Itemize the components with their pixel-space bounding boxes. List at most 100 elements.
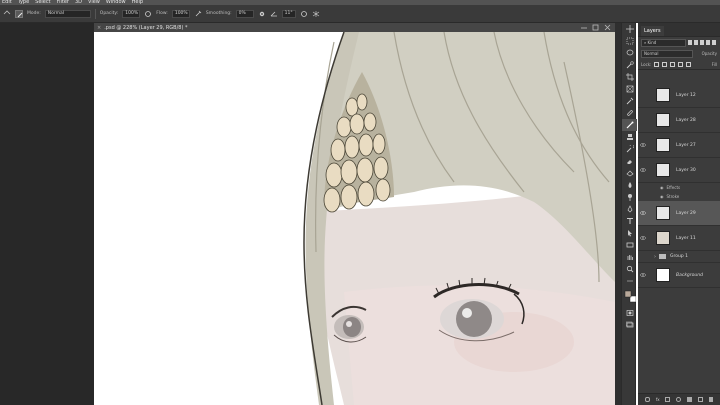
layer-thumbnail (656, 113, 670, 127)
gradient-tool-icon[interactable] (622, 167, 637, 179)
more-tools-icon[interactable] (622, 275, 637, 287)
layers-panel: Layers ⌕ Kind Normal Opacity Lock: Fill … (638, 23, 720, 405)
fx-icon[interactable]: fx (656, 397, 660, 402)
visibility-toggle[interactable] (638, 83, 648, 107)
effects-label: Effects (666, 185, 681, 190)
brush-tool-icon[interactable] (622, 119, 637, 131)
visibility-toggle[interactable] (638, 133, 648, 157)
layer-row[interactable]: Layer 28 (638, 108, 720, 133)
stroke-effect-row[interactable]: ◉ Stroke (638, 192, 720, 201)
flow-field[interactable]: 100% (171, 9, 190, 18)
eye-icon[interactable]: ◉ (660, 185, 664, 190)
document-tab[interactable]: × .psd @ 228% (Layer 29, RGB/8) * (94, 23, 615, 32)
pen-tool-icon[interactable] (622, 203, 637, 215)
type-tool-icon[interactable] (622, 215, 637, 227)
eye-icon (640, 236, 646, 240)
visibility-toggle[interactable] (638, 201, 648, 225)
group-row[interactable]: › Group 1 (638, 251, 720, 263)
lasso-tool-icon[interactable] (622, 47, 637, 59)
stroke-label: Stroke (666, 194, 680, 199)
blend-mode-select[interactable]: Normal (641, 49, 693, 58)
layers-tab[interactable]: Layers (641, 26, 664, 36)
gear-icon[interactable] (258, 10, 266, 18)
pressure-opacity-icon[interactable] (144, 10, 152, 18)
pressure-size-icon[interactable] (300, 10, 308, 18)
link-layers-icon[interactable] (644, 397, 650, 402)
dodge-tool-icon[interactable] (622, 191, 637, 203)
lock-position-icon[interactable] (670, 61, 676, 67)
marquee-tool-icon[interactable] (622, 35, 637, 47)
mode-select[interactable]: Normal (44, 9, 91, 18)
move-tool-icon[interactable] (622, 23, 637, 35)
frame-tool-icon[interactable] (622, 83, 637, 95)
layer-row-selected[interactable]: Layer 29 (638, 201, 720, 226)
history-brush-tool-icon[interactable] (622, 143, 637, 155)
lock-artboard-icon[interactable] (678, 61, 684, 67)
eye-icon (640, 168, 646, 172)
new-group-icon[interactable] (687, 397, 693, 402)
filter-type-icons[interactable] (688, 40, 716, 45)
eye-icon (640, 273, 646, 277)
layer-row[interactable]: Background (638, 263, 720, 288)
layer-name: Layer 11 (676, 235, 696, 241)
layer-row[interactable]: Layer 30 (638, 158, 720, 183)
visibility-toggle[interactable] (638, 108, 648, 132)
lock-row: Lock: Fill (638, 59, 720, 70)
lock-label: Lock: (641, 61, 652, 67)
layer-effects-row[interactable]: ◉ Effects (638, 183, 720, 192)
opacity-label: Opacity: (99, 11, 119, 16)
layer-thumbnail (656, 88, 670, 102)
workspace-background (0, 23, 94, 405)
airbrush-icon[interactable] (194, 10, 202, 18)
layer-name: Background (676, 272, 703, 278)
fill-label: Fill (711, 61, 717, 67)
smoothing-field[interactable]: 0% (235, 9, 254, 18)
filter-kind-select[interactable]: ⌕ Kind (641, 38, 686, 47)
artwork-illustration (94, 32, 615, 405)
document-canvas[interactable] (94, 32, 615, 405)
quick-mask-icon[interactable] (622, 307, 637, 319)
layers-panel-header: Layers (638, 23, 720, 37)
visibility-toggle[interactable] (638, 263, 648, 287)
separator (94, 8, 96, 19)
eyedropper-tool-icon[interactable] (622, 95, 637, 107)
visibility-toggle[interactable] (638, 226, 648, 250)
adjustment-layer-icon[interactable] (676, 397, 682, 402)
hand-tool-icon[interactable] (622, 251, 637, 263)
eraser-tool-icon[interactable] (622, 155, 637, 167)
angle-field[interactable]: 11° (281, 9, 296, 18)
symmetry-icon[interactable] (312, 10, 320, 18)
chevron-right-icon[interactable]: › (654, 254, 656, 260)
brush-preset-icon[interactable] (15, 9, 23, 18)
new-layer-icon[interactable] (698, 397, 704, 402)
layer-name: Layer 28 (676, 117, 696, 123)
filter-kind-label: Kind (647, 39, 657, 45)
quick-select-tool-icon[interactable] (622, 59, 637, 71)
blur-tool-icon[interactable] (622, 179, 637, 191)
eye-icon[interactable]: ◉ (660, 194, 664, 199)
crop-tool-icon[interactable] (622, 71, 637, 83)
add-mask-icon[interactable] (665, 397, 671, 402)
lock-pixels-icon[interactable] (662, 61, 668, 67)
trash-icon[interactable] (708, 397, 713, 402)
lock-transparency-icon[interactable] (654, 61, 660, 67)
layer-row[interactable]: Layer 27 (638, 133, 720, 158)
layer-name: Layer 29 (676, 210, 696, 216)
screen-mode-icon[interactable] (622, 319, 637, 331)
close-tab-icon[interactable]: × (97, 25, 101, 31)
window-controls-icon[interactable] (578, 23, 614, 32)
layer-row[interactable]: Layer 11 (638, 226, 720, 251)
layer-row[interactable]: Layer 12 (638, 83, 720, 108)
opacity-field[interactable]: 100% (122, 9, 141, 18)
lock-all-icon[interactable] (686, 61, 692, 67)
visibility-toggle[interactable] (638, 158, 648, 182)
document-title: .psd @ 228% (Layer 29, RGB/8) * (104, 24, 188, 31)
visibility-toggle[interactable] (638, 251, 648, 262)
color-swatches-icon[interactable] (622, 287, 637, 307)
path-selection-tool-icon[interactable] (622, 227, 637, 239)
home-icon[interactable] (3, 9, 11, 18)
zoom-tool-icon[interactable] (622, 263, 637, 275)
clone-stamp-tool-icon[interactable] (622, 131, 637, 143)
rectangle-tool-icon[interactable] (622, 239, 637, 251)
healing-tool-icon[interactable] (622, 107, 637, 119)
